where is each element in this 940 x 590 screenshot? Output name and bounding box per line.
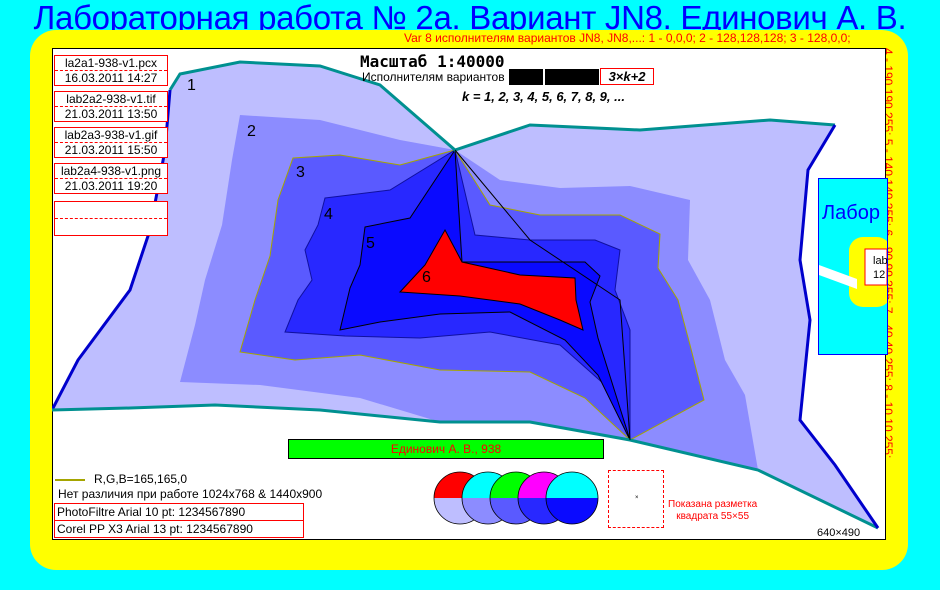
region-label-6: 6 [422, 269, 431, 286]
region-label-1: 1 [187, 77, 196, 94]
empty-separator [55, 218, 167, 219]
file-name: la2a1-938-v1.pcx [64, 56, 158, 70]
thumbnail-graphic [819, 237, 887, 307]
thumbnail-line-1: lab [873, 255, 888, 267]
author-bar: Единович А. В., 938 [288, 439, 604, 459]
file-name: lab2a4-938-v1.png [60, 164, 162, 178]
thumbnail-line-2: 12 [873, 269, 886, 281]
file-box-3: lab2a3-938-v1.gif 21.03.2011 15:50 [54, 127, 168, 158]
thumbnail-title: Лабор [822, 202, 880, 224]
region-label-5: 5 [366, 235, 375, 252]
black-box-2 [544, 68, 600, 86]
executors-label: Исполнителям вариантов [362, 70, 505, 84]
grid-center-marker: × [635, 495, 639, 501]
color-circles [433, 471, 599, 525]
file-box-empty [54, 201, 168, 236]
font-info-box: PhotoFiltre Arial 10 pt: 1234567890 Core… [54, 503, 304, 538]
scale-label: Масштаб 1:40000 [360, 52, 505, 71]
thumbnail-preview: Лабор lab 12 [818, 178, 888, 355]
file-date: 21.03.2011 19:20 [55, 178, 167, 193]
file-name: lab2a3-938-v1.gif [64, 128, 158, 142]
grid-markup-box: × [608, 470, 664, 528]
resolution-note: Нет различия при работе 1024x768 & 1440x… [58, 487, 323, 501]
variant-colors-top: Var 8 исполнителям вариантов JN8, JN8,..… [404, 31, 851, 45]
file-date: 21.03.2011 13:50 [55, 106, 167, 121]
region-label-2: 2 [247, 123, 256, 140]
file-box-2: lab2a2-938-v1.tif 21.03.2011 13:50 [54, 91, 168, 122]
image-dimensions: 640×490 [817, 527, 861, 539]
circle-5 [545, 471, 599, 525]
black-box-1 [508, 68, 544, 86]
font-line-2: Corel PP X3 Arial 13 pt: 1234567890 [55, 520, 303, 537]
file-box-4: lab2a4-938-v1.png 21.03.2011 19:20 [54, 163, 168, 194]
region-label-4: 4 [324, 206, 333, 223]
legend-line-swatch [55, 479, 85, 481]
contour-map [52, 60, 880, 530]
font-line-1: PhotoFiltre Arial 10 pt: 1234567890 [57, 505, 246, 519]
file-box-1: la2a1-938-v1.pcx 16.03.2011 14:27 [54, 55, 168, 86]
region-label-3: 3 [296, 164, 305, 181]
file-date: 21.03.2011 15:50 [55, 142, 167, 157]
legend-rgb-label: R,G,B=165,165,0 [94, 472, 188, 486]
variant-colors-side: 4 - 190,190,255; 5 - 140,140,255; 6 - 90… [881, 48, 905, 548]
file-name: lab2a2-938-v1.tif [66, 92, 156, 106]
formula: 3×k+2 [600, 68, 654, 85]
grid-note: Показана разметка квадрата 55×55 [668, 499, 758, 522]
k-values: k = 1, 2, 3, 4, 5, 6, 7, 8, 9, ... [462, 89, 625, 104]
file-date: 16.03.2011 14:27 [55, 70, 167, 85]
